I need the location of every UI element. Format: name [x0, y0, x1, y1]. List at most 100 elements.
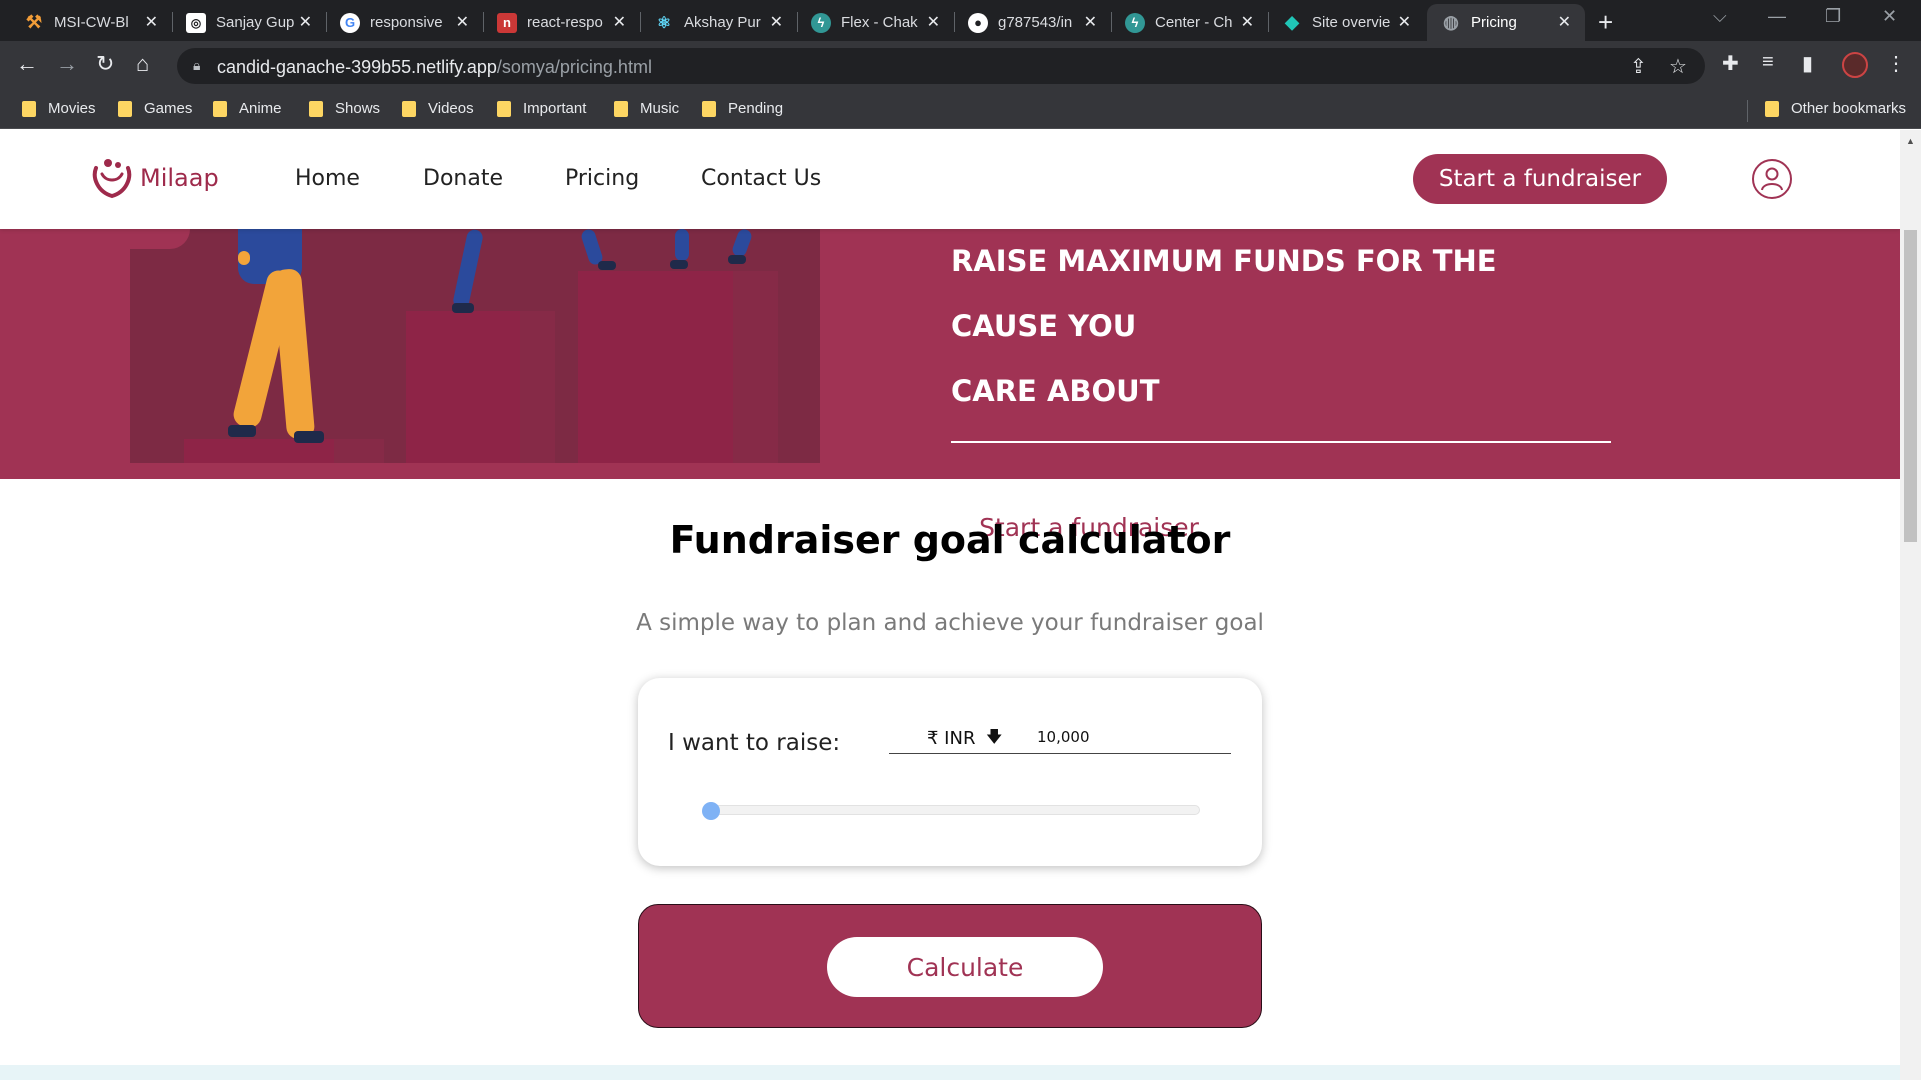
- amount-slider-thumb[interactable]: [702, 802, 720, 820]
- raise-label: I want to raise:: [668, 730, 841, 756]
- browser-tab[interactable]: ◎ Sanjay Gup ✕: [172, 4, 326, 41]
- bookmark-folder[interactable]: Anime: [213, 100, 282, 117]
- tab-title: Flex - Chak: [841, 14, 918, 31]
- illustration-block: [733, 271, 778, 463]
- bookmark-label: Movies: [48, 100, 96, 117]
- folder-icon: [118, 100, 132, 117]
- figure-leg: [675, 229, 689, 261]
- tab-close-icon[interactable]: ✕: [1558, 12, 1571, 32]
- forward-icon[interactable]: →: [56, 51, 78, 77]
- tab-close-icon[interactable]: ✕: [456, 12, 469, 32]
- hero-heading: RAISE MAXIMUM FUNDS FOR THE CAUSE YOU CA…: [951, 229, 1611, 424]
- nav-start-fundraiser-button[interactable]: Start a fundraiser: [1413, 154, 1667, 204]
- tab-close-icon[interactable]: ✕: [1084, 12, 1097, 32]
- tab-close-icon[interactable]: ✕: [299, 12, 312, 32]
- url-path: /somya/pricing.html: [496, 57, 652, 77]
- close-window-icon[interactable]: ✕: [1882, 6, 1897, 27]
- hero-illustration: [130, 227, 820, 463]
- bookmark-folder[interactable]: Shows: [309, 100, 380, 117]
- figure-shoe: [670, 260, 688, 269]
- milaap-logo[interactable]: Milaap: [88, 156, 219, 200]
- bookmark-label: Important: [523, 100, 587, 117]
- browser-tab-strip: ⚒ MSI-CW-Bl ✕ ◎ Sanjay Gup ✕ G responsiv…: [0, 0, 1921, 41]
- tab-search-icon[interactable]: ⌵: [1713, 6, 1727, 27]
- address-bar[interactable]: 🔒︎ candid-ganache-399b55.netlify.app/som…: [177, 48, 1705, 84]
- arrow-down-icon[interactable]: 🡇: [986, 726, 1002, 753]
- hero-heading-line: CARE ABOUT: [951, 374, 1160, 408]
- home-icon[interactable]: ⌂: [136, 51, 149, 77]
- browser-tab[interactable]: ⚛ Akshay Pur ✕: [640, 4, 797, 41]
- extensions-icon[interactable]: ✚: [1722, 51, 1739, 76]
- tab-close-icon[interactable]: ✕: [1398, 12, 1411, 32]
- bookmark-folder[interactable]: Pending: [702, 100, 783, 117]
- hero-section: RAISE MAXIMUM FUNDS FOR THE CAUSE YOU CA…: [0, 227, 1900, 559]
- browser-tab[interactable]: ϟ Center - Ch ✕: [1111, 4, 1268, 41]
- url-host: candid-ganache-399b55.netlify.app: [217, 57, 497, 77]
- browser-tab[interactable]: ⚒ MSI-CW-Bl ✕: [10, 4, 172, 41]
- side-panel-icon[interactable]: ▮: [1802, 51, 1813, 76]
- amount-input[interactable]: [1037, 728, 1207, 746]
- bookmark-label: Games: [144, 100, 193, 117]
- media-queue-icon[interactable]: ≡: [1762, 51, 1774, 74]
- next-section-edge: [0, 1065, 1900, 1080]
- calculate-button[interactable]: Calculate: [827, 937, 1103, 997]
- other-bookmarks[interactable]: Other bookmarks: [1765, 100, 1906, 117]
- browser-tab-active[interactable]: ◍ Pricing ✕: [1427, 4, 1585, 41]
- tab-close-icon[interactable]: ✕: [927, 12, 940, 32]
- profile-avatar[interactable]: [1842, 52, 1868, 78]
- bookmark-star-icon[interactable]: ☆: [1669, 54, 1687, 79]
- browser-tab[interactable]: G responsive ✕: [326, 4, 483, 41]
- calculator-title: Fundraiser goal calculator: [669, 518, 1231, 562]
- bookmark-label: Anime: [239, 100, 282, 117]
- nav-donate[interactable]: Donate: [423, 166, 503, 191]
- url-text[interactable]: candid-ganache-399b55.netlify.app/somya/…: [217, 57, 652, 78]
- bookmarks-divider: [1747, 100, 1748, 122]
- page-scrollbar[interactable]: ▲: [1900, 130, 1921, 1080]
- bookmark-folder[interactable]: Music: [614, 100, 679, 117]
- back-icon[interactable]: ←: [16, 51, 38, 77]
- web-page: RAISE MAXIMUM FUNDS FOR THE CAUSE YOU CA…: [0, 130, 1900, 1080]
- tab-title: Site overvie: [1312, 14, 1391, 31]
- google-icon: G: [340, 12, 360, 33]
- user-account-button[interactable]: [1752, 159, 1792, 199]
- browser-tab[interactable]: n react-respo ✕: [483, 4, 640, 41]
- scroll-up-icon[interactable]: ▲: [1906, 136, 1915, 146]
- menu-icon[interactable]: ⋮: [1886, 51, 1906, 76]
- github-icon: ●: [968, 12, 988, 33]
- tab-close-icon[interactable]: ✕: [1241, 12, 1254, 32]
- browser-tab[interactable]: ● g787543/in ✕: [954, 4, 1111, 41]
- currency-select[interactable]: ₹ INR: [927, 728, 975, 749]
- illustration-block: [334, 439, 384, 463]
- folder-icon: [213, 100, 227, 117]
- nav-contact-us[interactable]: Contact Us: [701, 166, 821, 191]
- amount-slider[interactable]: [708, 805, 1200, 815]
- browser-tab[interactable]: ϟ Flex - Chak ✕: [797, 4, 954, 41]
- tab-close-icon[interactable]: ✕: [770, 12, 783, 32]
- bookmark-label: Videos: [428, 100, 474, 117]
- minimize-icon[interactable]: —: [1768, 6, 1786, 27]
- milaap-logo-icon: [92, 159, 132, 199]
- bookmark-folder[interactable]: Movies: [22, 100, 96, 117]
- tab-close-icon[interactable]: ✕: [145, 12, 158, 32]
- hero-divider: [951, 441, 1611, 443]
- new-tab-icon[interactable]: +: [1598, 7, 1613, 38]
- tab-title: react-respo: [527, 14, 603, 31]
- illustration-block: [406, 311, 520, 463]
- bookmark-folder[interactable]: Games: [118, 100, 192, 117]
- figure-shoe: [228, 425, 256, 437]
- share-icon[interactable]: ⇪: [1630, 54, 1647, 79]
- bookmark-folder[interactable]: Videos: [402, 100, 474, 117]
- bookmark-label: Shows: [335, 100, 381, 117]
- react-icon: ⚛: [656, 14, 672, 32]
- bookmark-folder[interactable]: Important: [497, 100, 586, 117]
- restore-icon[interactable]: ❐: [1825, 6, 1841, 27]
- reload-icon[interactable]: ↻: [96, 51, 114, 77]
- amount-field: ₹ INR 🡇: [889, 726, 1231, 754]
- browser-tab[interactable]: ◆ Site overvie ✕: [1268, 4, 1425, 41]
- nav-pricing[interactable]: Pricing: [565, 166, 639, 191]
- figure-leg: [272, 268, 316, 440]
- tools-icon: ⚒: [25, 12, 43, 32]
- scrollbar-thumb[interactable]: [1904, 230, 1917, 542]
- nav-home[interactable]: Home: [295, 166, 360, 191]
- tab-close-icon[interactable]: ✕: [613, 12, 626, 32]
